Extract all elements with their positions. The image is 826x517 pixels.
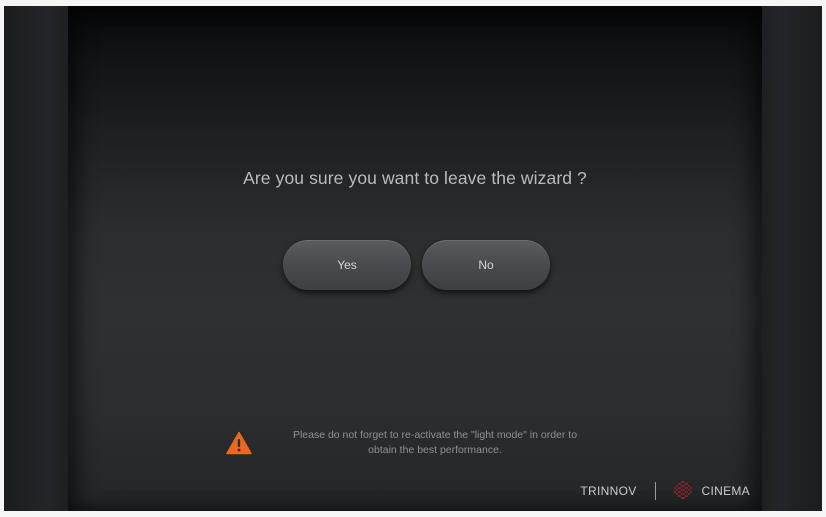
brand-footer: TRINNOV CINEMA xyxy=(580,481,750,501)
brand-divider xyxy=(654,482,656,500)
right-side-panel xyxy=(762,6,822,511)
wizard-dialog: Are you sure you want to leave the wizar… xyxy=(68,6,762,511)
screen: Are you sure you want to leave the wizar… xyxy=(0,0,826,517)
no-button[interactable]: No xyxy=(422,240,550,290)
cinema-grid-icon xyxy=(673,481,692,499)
yes-button[interactable]: Yes xyxy=(283,240,411,290)
left-side-panel xyxy=(4,6,68,511)
warning-triangle-icon xyxy=(226,431,252,455)
confirm-question: Are you sure you want to leave the wizar… xyxy=(243,168,587,188)
notice-line-2: obtain the best performance. xyxy=(368,444,502,456)
brand-trinnov: TRINNOV xyxy=(580,484,637,498)
notice-line-1: Please do not forget to re-activate the … xyxy=(292,429,578,441)
display-frame: Are you sure you want to leave the wizar… xyxy=(4,6,822,511)
brand-cinema: CINEMA xyxy=(701,484,750,498)
notice-text: Please do not forget to re-activate the … xyxy=(264,428,606,458)
light-mode-notice: Please do not forget to re-activate the … xyxy=(226,428,606,458)
